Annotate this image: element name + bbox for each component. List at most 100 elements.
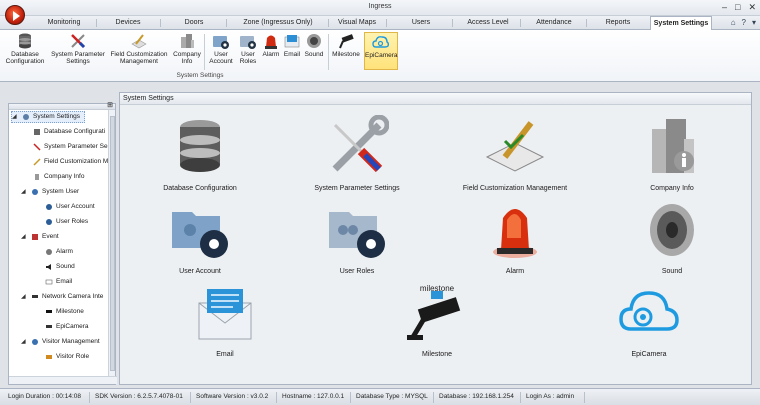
ribbon-field-customization-button[interactable]: Field Customization Management [108, 32, 170, 70]
help-icon[interactable]: ? [742, 18, 746, 27]
tab-doors[interactable]: Doors [166, 16, 222, 30]
tab-attendance[interactable]: Attendance [526, 16, 582, 30]
minimize-icon[interactable]: – [722, 2, 727, 13]
ribbon-sound-button[interactable]: Sound [303, 32, 325, 70]
tree-item-label: User Roles [56, 218, 89, 225]
tree-item-epicamera[interactable]: EpiCamera [45, 321, 89, 333]
field-edit-icon [33, 158, 41, 166]
tree-item-milestone[interactable]: Milestone [45, 306, 84, 318]
status-bar: Login Duration : 00:14:08 SDK Version : … [0, 388, 760, 405]
ribbon-button-label: User Account [209, 51, 233, 65]
collapse-ribbon-icon[interactable]: ⌂ [731, 18, 736, 27]
ribbon-system-parameter-settings-button[interactable]: System Parameter Settings [50, 32, 106, 70]
ribbon-button-label: Database Configuration [5, 51, 45, 65]
tree-item-user-account[interactable]: User Account [45, 201, 95, 213]
cloud-camera-icon [372, 36, 390, 48]
tree-item-email[interactable]: Email [45, 276, 72, 288]
tile-email[interactable]: Email [160, 281, 290, 358]
tile-label: Alarm [505, 268, 525, 275]
field-edit-icon [485, 121, 545, 172]
tile-user-roles[interactable]: User Roles [292, 198, 422, 275]
tile-label: User Account [179, 268, 221, 275]
tile-label: User Roles [339, 268, 375, 275]
chevron-down-icon[interactable]: ▾ [752, 18, 756, 27]
collapse-icon[interactable]: ◢ [21, 231, 28, 243]
milestone-camera-icon: milestone [407, 284, 461, 340]
tile-milestone[interactable]: milestone Milestone [372, 281, 502, 358]
app-menu-button[interactable] [5, 5, 25, 25]
maximize-icon[interactable]: □ [735, 2, 740, 13]
window-title: Ingress [368, 3, 392, 10]
tile-sound[interactable]: Sound [607, 198, 737, 275]
tile-epicamera[interactable]: EpiCamera [584, 281, 714, 358]
tile-label: Milestone [422, 351, 452, 358]
database-icon [34, 129, 40, 135]
status-database-type: Database Type : MYSQL [356, 393, 428, 400]
tile-database-configuration[interactable]: Database Configuration [135, 115, 265, 192]
collapse-icon[interactable]: ◢ [12, 111, 19, 123]
tree-item-alarm[interactable]: Alarm [45, 246, 73, 258]
tree-item-label: Alarm [56, 248, 73, 255]
ribbon-button-label: Alarm [262, 51, 280, 58]
ribbon-button-label: Email [283, 51, 301, 58]
tree-item-label: Field Customization M [44, 158, 109, 165]
ribbon-epicamera-button[interactable]: EpiCamera [364, 32, 398, 70]
tree-item-label: Database Configurati [44, 128, 106, 135]
user-icon [32, 189, 38, 195]
collapse-icon[interactable]: ◢ [21, 291, 28, 303]
tile-company-info[interactable]: Company Info [607, 115, 737, 192]
alarm-light-icon [493, 209, 537, 258]
tree-item-label: Company Info [44, 173, 85, 180]
tree-item-label: System User [42, 188, 80, 195]
ribbon-group-label: System Settings [176, 72, 224, 79]
settings-icon [23, 114, 29, 120]
tab-monitoring[interactable]: Monitoring [36, 16, 92, 30]
status-hostname: Hostname : 127.0.0.1 [282, 393, 345, 400]
ribbon-email-button[interactable]: Email [282, 32, 302, 70]
field-edit-icon [131, 34, 147, 49]
tree-item-network-camera[interactable]: ◢ Network Camera Inte [21, 291, 103, 303]
horizontal-scrollbar[interactable] [9, 376, 117, 384]
tile-field-customization-management[interactable]: Field Customization Management [450, 115, 580, 192]
ribbon-company-info-button[interactable]: Company Info [172, 32, 202, 70]
collapse-icon[interactable]: ◢ [21, 186, 28, 198]
ribbon-user-account-button[interactable]: User Account [206, 32, 236, 70]
tab-users[interactable]: Users [396, 16, 446, 30]
tree-item-system-user[interactable]: ◢ System User [21, 186, 79, 198]
tab-visual-maps[interactable]: Visual Maps [332, 16, 382, 30]
tree-item-system-settings[interactable]: ◢ System Settings [11, 111, 85, 123]
tree-item-user-roles[interactable]: User Roles [45, 216, 88, 228]
tile-user-account[interactable]: User Account [135, 198, 265, 275]
tree-item-database-configuration[interactable]: Database Configurati [33, 126, 105, 138]
tree-item-field-customization[interactable]: Field Customization M [33, 156, 108, 168]
tab-devices[interactable]: Devices [100, 16, 156, 30]
alarm-light-icon [265, 35, 277, 49]
tree-item-sound[interactable]: Sound [45, 261, 75, 273]
tab-reports[interactable]: Reports [592, 16, 644, 30]
close-icon[interactable]: ✕ [748, 2, 756, 13]
ribbon-milestone-button[interactable]: Milestone [330, 32, 362, 70]
tree-item-visitor-management[interactable]: ◢ Visitor Management [21, 336, 100, 348]
tree-item-label: Visitor Role [56, 353, 90, 360]
scrollbar-thumb[interactable] [110, 116, 115, 371]
tree-item-system-parameter[interactable]: System Parameter Se [33, 141, 108, 153]
tab-zone[interactable]: Zone (Ingressus Only) [232, 16, 324, 30]
tile-system-parameter-settings[interactable]: System Parameter Settings [292, 115, 422, 192]
tab-system-settings[interactable]: System Settings [650, 16, 712, 31]
pin-icon[interactable]: ⊞ [107, 101, 113, 109]
wrench-screwdriver-icon [332, 115, 389, 173]
roles-folder-icon [329, 212, 385, 258]
tree-item-company-info[interactable]: Company Info [33, 171, 84, 183]
tab-access-level[interactable]: Access Level [460, 16, 516, 30]
tile-label: Sound [661, 268, 683, 275]
tile-label: System Parameter Settings [314, 185, 400, 192]
ribbon-alarm-button[interactable]: Alarm [261, 32, 281, 70]
collapse-icon[interactable]: ◢ [21, 336, 28, 348]
ribbon-user-roles-button[interactable]: User Roles [236, 32, 260, 70]
tree-item-label: Milestone [56, 308, 84, 315]
tile-alarm[interactable]: Alarm [450, 198, 580, 275]
ribbon-database-configuration-button[interactable]: Database Configuration [4, 32, 46, 70]
tree-item-event[interactable]: ◢ Event [21, 231, 59, 243]
vertical-scrollbar[interactable] [108, 110, 115, 378]
tree-item-visitor-role[interactable]: Visitor Role [45, 351, 89, 363]
